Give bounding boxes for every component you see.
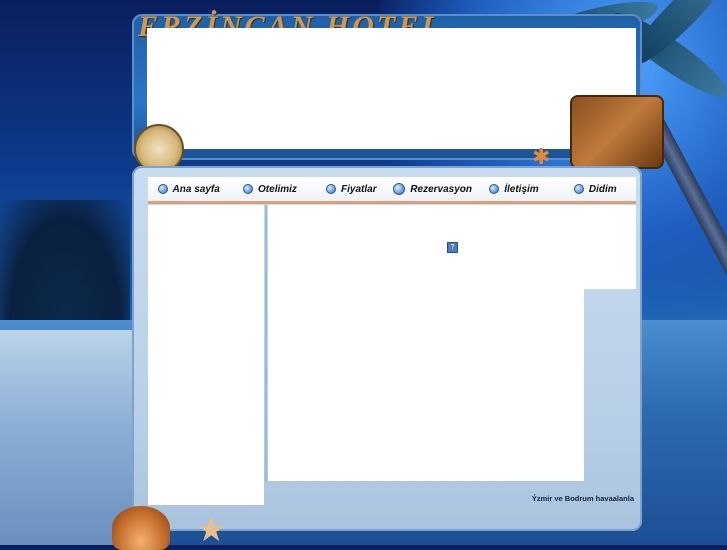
nav-item-iletisim[interactable]: İletişim	[473, 184, 554, 195]
nav-label: Didim	[588, 183, 617, 195]
nav-item-rezervasyon[interactable]: Rezervasyon	[392, 183, 473, 195]
bullet-icon	[326, 184, 337, 194]
starfish-icon: ★	[196, 511, 227, 549]
seashell-icon	[112, 506, 170, 550]
nav-label: İletişim	[504, 183, 539, 195]
nav-item-fiyatlar[interactable]: Fiyatlar	[311, 184, 392, 195]
broken-image-icon[interactable]: ?	[447, 242, 458, 253]
divider	[265, 205, 267, 481]
island-silhouette	[0, 200, 130, 320]
footer-text: Ýzmir ve Bodrum havaalanla	[531, 494, 634, 503]
nav-label: Otelimiz	[258, 183, 297, 195]
nav-item-ana-sayfa[interactable]: Ana sayfa	[148, 184, 229, 195]
nav-label: Ana sayfa	[172, 183, 220, 195]
bullet-icon	[243, 184, 254, 194]
nav-item-didim[interactable]: Didim	[555, 184, 636, 195]
bullet-icon	[157, 184, 168, 194]
sidebar-panel	[148, 205, 264, 505]
main-content-lower	[268, 289, 584, 481]
header-banner	[147, 28, 636, 149]
nav-label: Fiyatlar	[341, 183, 377, 195]
bullet-icon	[573, 184, 584, 194]
nav-item-otelimiz[interactable]: Otelimiz	[229, 184, 310, 195]
bullet-icon	[393, 183, 406, 195]
nav-label: Rezervasyon	[410, 183, 472, 195]
bullet-icon	[489, 184, 500, 194]
main-nav: Ana sayfa Otelimiz Fiyatlar Rezervasyon …	[148, 177, 636, 204]
suitcase-icon	[570, 95, 664, 169]
